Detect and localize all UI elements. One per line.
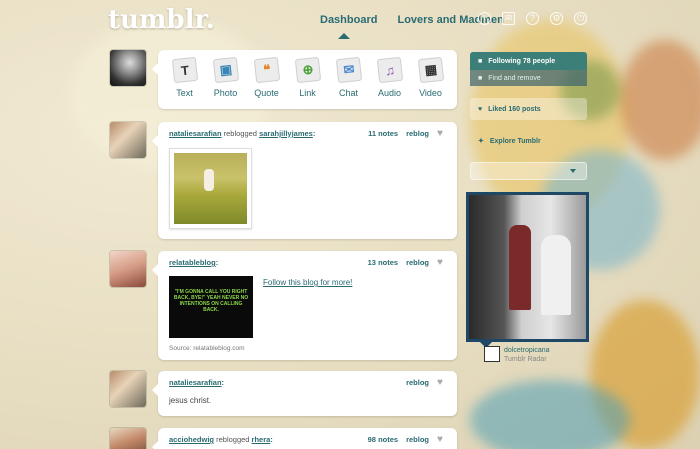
mail-icon[interactable]: ✉: [502, 12, 515, 25]
colon: :: [215, 258, 219, 267]
avatar[interactable]: [484, 346, 500, 362]
post-type-label: Photo: [213, 88, 238, 98]
post-type-label: Text: [176, 88, 193, 98]
post-photo[interactable]: [169, 148, 252, 229]
gear-icon[interactable]: ⚙: [550, 12, 563, 25]
audio-icon: ♫: [376, 56, 403, 84]
post-attribution: relatableblog:: [169, 258, 218, 267]
post-type-video[interactable]: ▦ Video: [411, 56, 451, 98]
reblog-button[interactable]: reblog: [406, 129, 429, 138]
post-type-text[interactable]: T Text: [165, 56, 205, 98]
help-icon[interactable]: ?: [526, 12, 539, 25]
find-label: Find and remove: [488, 74, 541, 82]
post-source: Source: relatableblog.com: [169, 345, 245, 352]
post-type-quote[interactable]: ❝ Quote: [247, 56, 287, 98]
text-icon: T: [171, 56, 198, 84]
avatar[interactable]: [110, 122, 146, 158]
notes-count[interactable]: 13 notes: [368, 258, 398, 267]
post-card: nataliesarafian: reblog ♥ jesus christ.: [152, 371, 457, 416]
post-body: jesus christ.: [169, 396, 212, 405]
tumblr-radar-image[interactable]: [466, 192, 589, 342]
heart-icon[interactable]: ♥: [437, 435, 446, 445]
post-type-label: Video: [419, 88, 442, 98]
colon: :: [221, 378, 225, 387]
user-icon: ■: [478, 74, 483, 82]
heart-icon[interactable]: ♥: [437, 258, 446, 268]
radar-attribution: dolcetropicana Tumblr Radar: [484, 346, 550, 364]
radar-user-link[interactable]: dolcetropicana: [504, 346, 550, 355]
post-author-link[interactable]: nataliesarafian: [169, 378, 222, 387]
header-icons: + ✉ ? ⚙ ⏻: [478, 12, 587, 25]
colon: :: [270, 435, 273, 444]
post-type-audio[interactable]: ♫ Audio: [370, 56, 410, 98]
post-card: relatableblog: 13 notes reblog ♥ "I'M GO…: [152, 251, 457, 360]
post-type-label: Chat: [338, 88, 358, 98]
avatar[interactable]: [110, 50, 146, 86]
liked-label: Liked 160 posts: [488, 105, 541, 113]
chat-icon: ✉: [335, 56, 362, 84]
post-attribution: nataliesarafian reblogged sarahjillyjame…: [169, 129, 315, 138]
user-icon: ■: [478, 57, 483, 65]
avatar[interactable]: [110, 371, 146, 407]
top-nav: Dashboard Lovers and Madmen: [320, 14, 504, 26]
reblog-text: reblogged: [221, 129, 260, 138]
heart-icon[interactable]: ♥: [437, 378, 446, 388]
colon: :: [312, 129, 316, 138]
following-label: Following 78 people: [488, 57, 556, 65]
explore-label: Explore Tumblr: [489, 137, 541, 145]
compass-icon: ✦: [478, 138, 484, 145]
avatar[interactable]: [110, 251, 146, 287]
blog-select[interactable]: [470, 162, 587, 180]
nav-active-indicator: [338, 33, 350, 39]
explore-tumblr-link[interactable]: ✦ Explore Tumblr: [470, 130, 587, 152]
tumblr-logo[interactable]: tumblr.: [108, 5, 215, 35]
reblog-button[interactable]: reblog: [406, 435, 429, 444]
notes-count[interactable]: 11 notes: [368, 129, 398, 138]
photo-icon: ▣: [212, 56, 239, 84]
power-icon[interactable]: ⏻: [574, 12, 587, 25]
post-card: acciohedwig reblogged rhera: 98 notes re…: [152, 428, 457, 449]
follow-blog-link[interactable]: Follow this blog for more!: [263, 278, 352, 287]
reblog-source-link[interactable]: rhera: [252, 435, 271, 444]
video-icon: ▦: [417, 56, 444, 84]
avatar[interactable]: [110, 428, 146, 449]
reblog-text: reblogged: [214, 435, 252, 444]
notes-count[interactable]: 98 notes: [368, 435, 398, 444]
liked-posts-link[interactable]: ♥ Liked 160 posts: [470, 98, 587, 120]
radar-sub-label: Tumblr Radar: [504, 356, 547, 363]
post-type-label: Link: [299, 88, 316, 98]
heart-icon[interactable]: ♥: [437, 129, 446, 139]
link-icon: ⊕: [294, 56, 321, 84]
heart-icon: ♥: [478, 105, 483, 113]
reblog-button[interactable]: reblog: [406, 258, 429, 267]
reblog-source-link[interactable]: sarahjillyjames: [259, 129, 313, 138]
post-type-link[interactable]: ⊕ Link: [288, 56, 328, 98]
post-type-label: Audio: [377, 88, 402, 98]
reblog-button[interactable]: reblog: [406, 378, 429, 387]
post-author-link[interactable]: nataliesarafian: [169, 129, 222, 138]
post-type-chat[interactable]: ✉ Chat: [329, 56, 369, 98]
post-type-label: Quote: [254, 88, 279, 98]
post-type-photo[interactable]: ▣ Photo: [206, 56, 246, 98]
post-author-link[interactable]: relatableblog: [169, 258, 216, 267]
post-attribution: nataliesarafian:: [169, 378, 224, 387]
following-link[interactable]: ■ Following 78 people: [470, 52, 587, 70]
post-type-bar: T Text ▣ Photo ❝ Quote ⊕ Link ✉ Chat ♫ A…: [152, 50, 457, 109]
chevron-down-icon: [570, 169, 576, 173]
post-image[interactable]: "I'M GONNA CALL YOU RIGHT BACK, BYE!" YE…: [169, 276, 253, 338]
post-attribution: acciohedwig reblogged rhera:: [169, 435, 273, 444]
nav-dashboard[interactable]: Dashboard: [320, 14, 377, 26]
add-icon[interactable]: +: [478, 12, 491, 25]
find-and-remove-link[interactable]: ■ Find and remove: [470, 70, 587, 86]
post-author-link[interactable]: acciohedwig: [169, 435, 214, 444]
quote-icon: ❝: [253, 56, 280, 84]
